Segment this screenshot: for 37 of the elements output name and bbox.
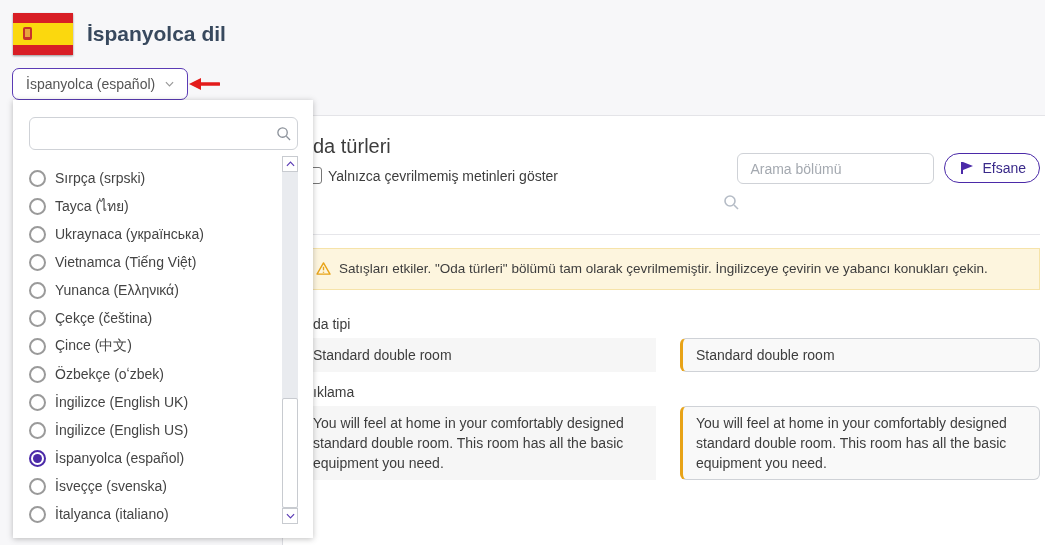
- legend-button[interactable]: Efsane: [944, 153, 1040, 183]
- language-option[interactable]: Çekçe (čeština): [29, 304, 282, 332]
- flag-icon: [961, 161, 974, 175]
- dropdown-search-field[interactable]: [29, 117, 298, 150]
- language-option[interactable]: Yunanca (Ελληνικά): [29, 276, 282, 304]
- warning-text: Satışları etkiler. "Oda türleri" bölümü tam olarak çevrilmemiştir. İngilizceye çevirin ve yabancı konukları çekin.: [339, 260, 988, 278]
- language-select[interactable]: İspanyolca (español): [12, 68, 189, 100]
- field-label: ıklama: [313, 384, 356, 400]
- search-icon: [723, 194, 740, 210]
- arrow-icon: [188, 77, 221, 91]
- chevron-down-icon: [285, 513, 295, 519]
- language-option[interactable]: İsveççe (svenska): [29, 472, 282, 500]
- language-option[interactable]: Ukraynaca (українська): [29, 220, 282, 248]
- scroll-down-button[interactable]: [282, 508, 298, 524]
- language-option[interactable]: İngilizce (English UK): [29, 388, 282, 416]
- checkbox-label: Yalnızca çevrilmemiş metinleri göster: [328, 167, 559, 184]
- language-option[interactable]: Sırpça (srpski): [29, 164, 282, 192]
- language-option[interactable]: İngilizce (English US): [29, 416, 282, 444]
- search-icon: [276, 126, 291, 141]
- chevron-up-icon: [285, 161, 295, 167]
- language-option[interactable]: Özbekçe (oʻzbek): [29, 360, 282, 388]
- language-option[interactable]: Çince (中文): [29, 332, 282, 360]
- language-option[interactable]: İtalyanca (italiano): [29, 500, 282, 524]
- language-option[interactable]: İspanyolca (español): [29, 444, 282, 472]
- warning-icon: [316, 262, 331, 275]
- language-option[interactable]: Vietnamca (Tiếng Việt): [29, 248, 282, 276]
- search-field[interactable]: Arama bölümü: [737, 153, 935, 184]
- scroll-up-button[interactable]: [282, 156, 298, 172]
- translation-field[interactable]: Standard double room: [680, 338, 1040, 372]
- page-title: İspanyolca dil: [87, 22, 226, 46]
- scrollbar-thumb[interactable]: [282, 398, 298, 508]
- spain-flag-icon: [13, 13, 73, 55]
- language-option[interactable]: Tayca (ไทย): [29, 192, 282, 220]
- section-title: da türleri: [313, 135, 392, 158]
- translation-field[interactable]: You will feel at home in your comfortably designed standard double room. This room has all the basic equipment you need.: [680, 406, 1040, 480]
- chevron-down-icon: [165, 81, 175, 87]
- field-label: da tipi: [313, 316, 352, 332]
